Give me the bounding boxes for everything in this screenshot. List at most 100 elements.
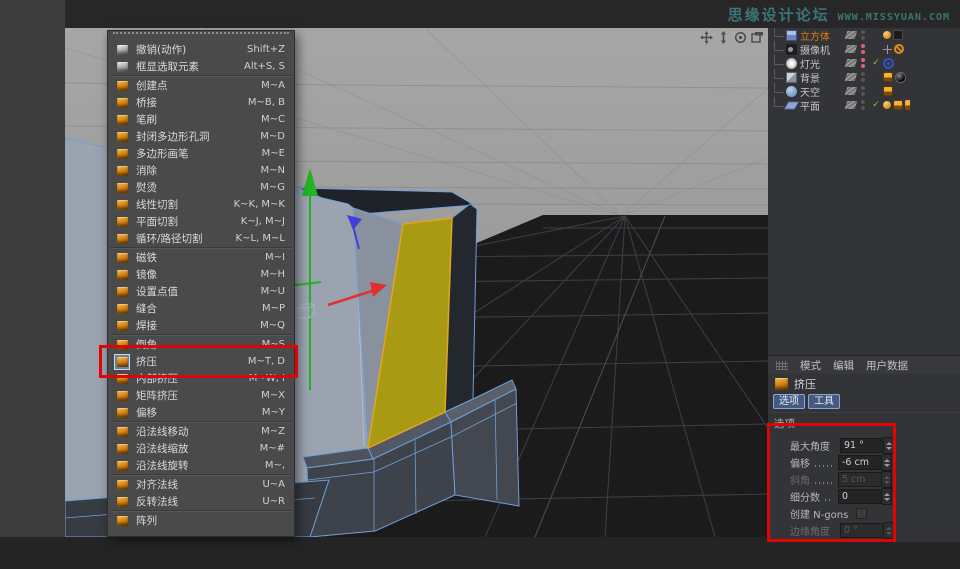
tab-options[interactable]: 选项 (773, 394, 805, 409)
object-row-camera[interactable]: 摄像机 (768, 41, 960, 57)
am-menu-1[interactable]: 编辑 (833, 358, 854, 373)
menu-tear-off-strip[interactable] (113, 32, 289, 40)
material-sphere-tag-icon[interactable] (895, 71, 906, 83)
offset-value-input[interactable]: -6 cm (838, 455, 882, 470)
phong-tag-icon[interactable] (893, 100, 903, 110)
menu-item-matrix-extrude[interactable]: 矩阵挤压 M~X (108, 387, 294, 404)
object-name: 立方体 (800, 31, 830, 43)
visibility-dots[interactable] (860, 44, 866, 54)
menu-item-inner-extrude[interactable]: 内部挤压 M~W, I (108, 370, 294, 387)
menu-item-label: 磁铁 (136, 252, 157, 264)
object-name: 天空 (800, 87, 820, 99)
option-label-subdivision: 细分数 (790, 493, 820, 504)
option-field-offset: -6 cm (838, 454, 892, 471)
object-row-plane[interactable]: 平面 ✓ (768, 97, 960, 113)
max-angle-value-input[interactable]: 91 ° (840, 438, 884, 453)
menu-item-close-polygon-hole[interactable]: 封闭多边形孔洞 M~D (108, 128, 294, 145)
edge-angle-value-input[interactable]: 0 ° (840, 523, 884, 538)
menu-item-undo[interactable]: 撤销(动作) Shift+Z (108, 41, 294, 58)
menu-item-mirror[interactable]: 镜像 M~H (108, 266, 294, 283)
menu-item-weld[interactable]: 焊接 M~Q (108, 317, 294, 334)
menu-item-normal-rotate[interactable]: 沿法线旋转 M~, (108, 457, 294, 474)
maximize-icon[interactable] (751, 31, 764, 44)
menu-item-align-normals[interactable]: 对齐法线 U~A (108, 476, 294, 493)
menu-item-normal-scale[interactable]: 沿法线缩放 M~# (108, 440, 294, 457)
menu-item-loop-path-cut[interactable]: 循环/路径切割 K~L, M~L (108, 230, 294, 247)
layer-toggle-icon[interactable] (844, 59, 858, 67)
menu-item-smooth-shift[interactable]: 偏移 M~Y (108, 404, 294, 421)
layer-toggle-icon[interactable] (844, 101, 858, 109)
layer-toggle-icon[interactable] (844, 45, 858, 53)
enable-check[interactable]: ✓ (871, 100, 881, 110)
menu-item-array[interactable]: 阵列 (108, 512, 294, 529)
option-label-edge-angle: 边缘角度 (790, 527, 830, 538)
menu-item-bevel[interactable]: 倒角 M~S (108, 336, 294, 353)
menu-item-bridge[interactable]: 桥接 M~B, B (108, 94, 294, 111)
texture-ball-tag-icon[interactable] (883, 31, 891, 39)
menu-item-shortcut: Alt+S, S (244, 61, 285, 72)
menu-item-frame-selected[interactable]: 框显选取元素 Alt+S, S (108, 58, 294, 75)
object-row-background[interactable]: 背景 (768, 69, 960, 85)
dark-tag-icon[interactable] (893, 30, 903, 40)
am-menu-0[interactable]: 模式 (800, 358, 821, 373)
menu-item-polygon-pen[interactable]: 多边形画笔 M~E (108, 145, 294, 162)
bevel-value-input[interactable]: 5 cm (838, 472, 882, 487)
visibility-dots[interactable] (860, 86, 866, 96)
phong-tag-icon[interactable] (883, 86, 893, 96)
option-label-offset: 偏移 (790, 459, 810, 470)
target-tag-icon[interactable] (883, 57, 894, 69)
menu-item-stitch[interactable]: 缝合 M~P (108, 300, 294, 317)
left-panel-strip (0, 0, 65, 537)
half-tag-icon[interactable] (905, 100, 910, 110)
object-row-cube[interactable]: 立方体 (768, 28, 960, 43)
no-sign-tag-icon[interactable] (894, 44, 904, 54)
subdivision-value-input[interactable]: 0 (838, 489, 882, 504)
menu-item-label: 框显选取元素 (136, 61, 199, 73)
tab-tool[interactable]: 工具 (808, 394, 840, 409)
am-menu-2[interactable]: 用户数据 (866, 358, 908, 373)
menu-item-shortcut: M~W, I (248, 373, 285, 384)
enable-check[interactable]: ✓ (871, 58, 881, 68)
object-manager: 立方体 摄像机 灯光 ✓ 背景天空 平面 ✓ (768, 28, 960, 355)
menu-item-label: 多边形画笔 (136, 148, 189, 160)
bevel-spinner[interactable] (882, 471, 892, 488)
visibility-dots[interactable] (860, 72, 866, 82)
edge-angle-spinner[interactable] (884, 522, 894, 539)
subdivision-spinner[interactable] (882, 488, 892, 505)
menu-item-set-point-value[interactable]: 设置点值 M~U (108, 283, 294, 300)
menu-item-iron[interactable]: 熨烫 M~G (108, 179, 294, 196)
object-row-sky[interactable]: 天空 (768, 83, 960, 99)
phong-tag-icon[interactable] (883, 72, 893, 82)
create-ngons-checkbox[interactable] (856, 508, 868, 519)
menu-item-brush[interactable]: 笔刷 M~C (108, 111, 294, 128)
menu-item-create-point[interactable]: 创建点 M~A (108, 77, 294, 94)
zoom-icon[interactable] (717, 31, 730, 44)
offset-spinner[interactable] (882, 454, 892, 471)
menu-item-plane-cut[interactable]: 平面切割 K~J, M~J (108, 213, 294, 230)
menu-item-reverse-normals[interactable]: 反转法线 U~R (108, 493, 294, 510)
layer-toggle-icon[interactable] (844, 31, 858, 39)
layer-toggle-icon[interactable] (844, 73, 858, 81)
menu-item-magnet[interactable]: 磁铁 M~I (108, 249, 294, 266)
object-row-light[interactable]: 灯光 ✓ (768, 55, 960, 71)
menu-item-label: 沿法线移动 (136, 426, 189, 438)
menu-item-extrude[interactable]: 挤压 M~T, D (108, 353, 294, 370)
visibility-dots[interactable] (860, 30, 866, 40)
menu-item-normal-move[interactable]: 沿法线移动 M~Z (108, 423, 294, 440)
attribute-manager: 模式 编辑 用户数据 挤压 选项 工具 选项 最大角度 91 ° 偏移 -6 cm 斜角 5 c… (768, 355, 960, 542)
rotate-icon[interactable] (734, 31, 747, 44)
pan-icon[interactable] (700, 31, 713, 44)
menu-item-line-cut[interactable]: 线性切割 K~K, M~K (108, 196, 294, 213)
layer-toggle-icon[interactable] (844, 87, 858, 95)
object-tags (883, 71, 906, 83)
menu-item-dissolve[interactable]: 消除 M~N (108, 162, 294, 179)
visibility-dots[interactable] (860, 100, 866, 110)
attribute-manager-header: 模式 编辑 用户数据 (768, 356, 960, 374)
max-angle-spinner[interactable] (884, 437, 894, 454)
menu-item-shortcut: M~D (260, 131, 285, 142)
menu-item-shortcut: K~J, M~J (240, 216, 285, 227)
texture-ball-tag-icon[interactable] (883, 101, 891, 109)
visibility-dots[interactable] (860, 58, 866, 68)
menu-item-shortcut: M~N (260, 165, 286, 176)
panel-grip-icon[interactable] (776, 360, 788, 370)
